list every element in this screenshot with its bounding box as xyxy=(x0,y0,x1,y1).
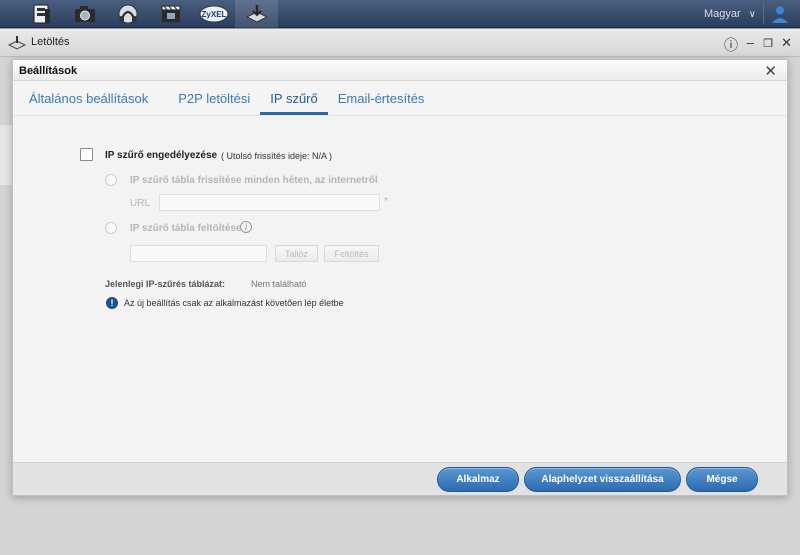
chevron-down-icon: ∨ xyxy=(748,8,756,20)
notice-text: Az új beállítás csak az alkalmazást köve… xyxy=(124,298,344,308)
user-icon[interactable] xyxy=(770,4,790,24)
help-icon[interactable]: ⓘ xyxy=(724,35,738,55)
current-table-value: Nem található xyxy=(251,279,307,289)
storage-manager-icon xyxy=(33,4,50,24)
tab-p2p[interactable]: P2P letöltési xyxy=(168,81,260,115)
taskbar-app-photo[interactable] xyxy=(63,0,106,28)
apply-button[interactable]: Alkalmaz xyxy=(437,467,519,492)
url-required-mark: * xyxy=(384,196,388,207)
upload-table-label: IP szűrő tábla feltöltése xyxy=(130,223,242,234)
upload-file-input[interactable] xyxy=(130,245,267,262)
notice-info-icon: ! xyxy=(106,297,118,309)
download-service-icon xyxy=(8,36,26,50)
enable-ip-filter-checkbox[interactable] xyxy=(80,148,93,161)
minimize-icon[interactable]: – xyxy=(747,35,754,50)
close-icon[interactable]: ✕ xyxy=(781,35,792,51)
taskbar-apps: ZyXEL xyxy=(20,0,278,28)
settings-dialog: Beállítások ✕ Általános beállítások P2P … xyxy=(12,59,788,496)
current-table-label: Jelenlegi IP-szűrés táblázat: xyxy=(105,279,226,289)
enable-ip-filter-label: IP szűrő engedélyezése xyxy=(105,150,218,161)
language-selector[interactable]: Magyar ∨ xyxy=(704,0,756,28)
cancel-button[interactable]: Mégse xyxy=(686,467,758,492)
taskbar-app-music[interactable] xyxy=(106,0,149,28)
browse-button[interactable]: Tallóz xyxy=(275,245,318,262)
app-sidebar-fragment xyxy=(0,125,12,185)
download-service-icon xyxy=(245,5,268,23)
taskbar-app-storage[interactable] xyxy=(20,0,63,28)
dialog-footer: Alkalmaz Alaphelyzet visszaállítása Mégs… xyxy=(13,462,787,495)
dialog-header: Beállítások ✕ xyxy=(13,60,787,81)
dialog-title: Beállítások xyxy=(19,65,78,77)
taskbar-divider xyxy=(763,4,764,24)
tab-ip-filter[interactable]: IP szűrő xyxy=(260,81,329,115)
music-player-icon xyxy=(118,4,137,24)
restore-icon[interactable]: ❐ xyxy=(763,37,773,50)
last-update-text: ( Utolsó frissítés ideje: N/A ) xyxy=(221,151,333,161)
info-icon[interactable]: i xyxy=(240,221,252,233)
taskbar: ZyXEL Magyar ∨ xyxy=(0,0,800,28)
app-title: Letöltés xyxy=(31,36,70,48)
url-input[interactable] xyxy=(159,194,380,211)
weekly-update-label: IP szűrő tábla frissítése minden héten, … xyxy=(130,175,378,186)
taskbar-app-zyxel[interactable]: ZyXEL xyxy=(192,0,235,28)
taskbar-app-video[interactable] xyxy=(149,0,192,28)
app-titlebar: Letöltés ⓘ – ❐ ✕ xyxy=(0,29,800,57)
language-label: Magyar xyxy=(703,8,741,20)
close-icon[interactable]: ✕ xyxy=(764,62,777,80)
weekly-update-radio[interactable] xyxy=(105,174,117,186)
ip-filter-panel: IP szűrő engedélyezése ( Utolsó frissíté… xyxy=(13,115,787,462)
zyxel-logo-icon: ZyXEL xyxy=(199,5,228,23)
tab-email[interactable]: Email-értesítés xyxy=(328,81,435,115)
reset-button[interactable]: Alaphelyzet visszaállítása xyxy=(524,467,681,492)
photo-camera-icon xyxy=(74,6,95,22)
upload-table-radio[interactable] xyxy=(105,222,117,234)
tab-general[interactable]: Általános beállítások xyxy=(29,81,158,115)
url-label: URL xyxy=(130,198,151,209)
video-film-icon xyxy=(161,5,180,22)
taskbar-app-download[interactable] xyxy=(235,0,278,28)
settings-tabs: Általános beállítások P2P letöltési IP s… xyxy=(13,81,787,115)
svg-text:ZyXEL: ZyXEL xyxy=(201,10,226,19)
upload-button[interactable]: Feltöltés xyxy=(324,245,379,262)
